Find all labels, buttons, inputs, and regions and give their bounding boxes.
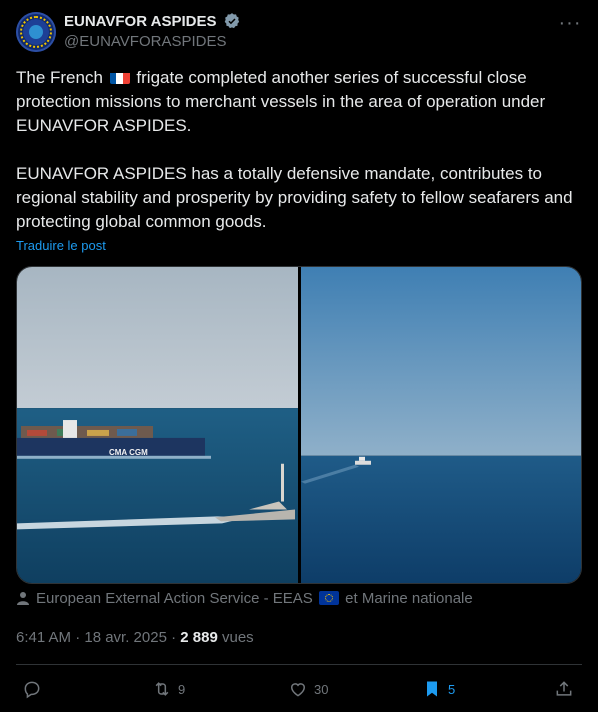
ship-hull-lettering: CMA CGM: [109, 448, 148, 457]
reply-button[interactable]: [22, 676, 48, 702]
media-gallery: CMA CGM: [16, 266, 582, 584]
post-paragraph-1: The French frigate completed another ser…: [16, 66, 580, 138]
bookmark-icon: [427, 681, 437, 697]
photo-credit[interactable]: European External Action Service - EEAS …: [16, 590, 473, 607]
credit-text: et Marine nationale: [345, 590, 473, 607]
heart-icon: [290, 683, 306, 697]
author-name[interactable]: EUNAVFOR ASPIDES: [64, 13, 217, 30]
more-options-icon[interactable]: ···: [558, 13, 582, 38]
like-count: 30: [314, 681, 329, 697]
post-header: EUNAVFOR ASPIDES @EUNAVFORASPIDES ···: [16, 12, 582, 52]
repost-button[interactable]: 9: [152, 676, 185, 702]
post-paragraph-2: EUNAVFOR ASPIDES has a totally defensive…: [16, 164, 573, 231]
author-info: EUNAVFOR ASPIDES @EUNAVFORASPIDES: [64, 12, 241, 50]
like-button[interactable]: 30: [288, 676, 328, 702]
avatar-emblem: [29, 25, 43, 39]
bookmark-button[interactable]: 5: [422, 676, 455, 702]
avatar[interactable]: [16, 12, 56, 52]
post-text-part: The French: [16, 68, 103, 87]
photo-frigate-distant[interactable]: [301, 267, 582, 583]
photo-container-ship-and-frigate[interactable]: CMA CGM: [17, 267, 298, 583]
views-label: vues: [217, 629, 254, 646]
author-handle[interactable]: @EUNAVFORASPIDES: [64, 33, 241, 50]
share-button[interactable]: [554, 676, 574, 702]
credit-text: European External Action Service - EEAS: [36, 590, 313, 607]
translate-post-link[interactable]: Traduire le post: [16, 238, 106, 253]
france-flag-icon: [109, 70, 130, 84]
share-icon: [556, 681, 572, 696]
views-count: 2 889: [180, 629, 218, 646]
divider: [16, 664, 582, 665]
bookmark-count: 5: [448, 681, 456, 697]
action-bar: 9 30 5: [16, 676, 582, 702]
post-text: The French frigate completed another ser…: [16, 66, 580, 234]
post-metadata: 6:41 AM · 18 avr. 2025 · 2 889 vues: [16, 629, 254, 646]
reply-icon: [24, 681, 40, 699]
eu-flag-icon: [318, 591, 339, 605]
verified-badge-icon: [224, 13, 240, 29]
repost-count: 9: [178, 681, 186, 697]
person-icon: [17, 592, 29, 605]
post-timestamp[interactable]: 6:41 AM · 18 avr. 2025 ·: [16, 629, 180, 646]
repost-icon: [155, 682, 169, 696]
